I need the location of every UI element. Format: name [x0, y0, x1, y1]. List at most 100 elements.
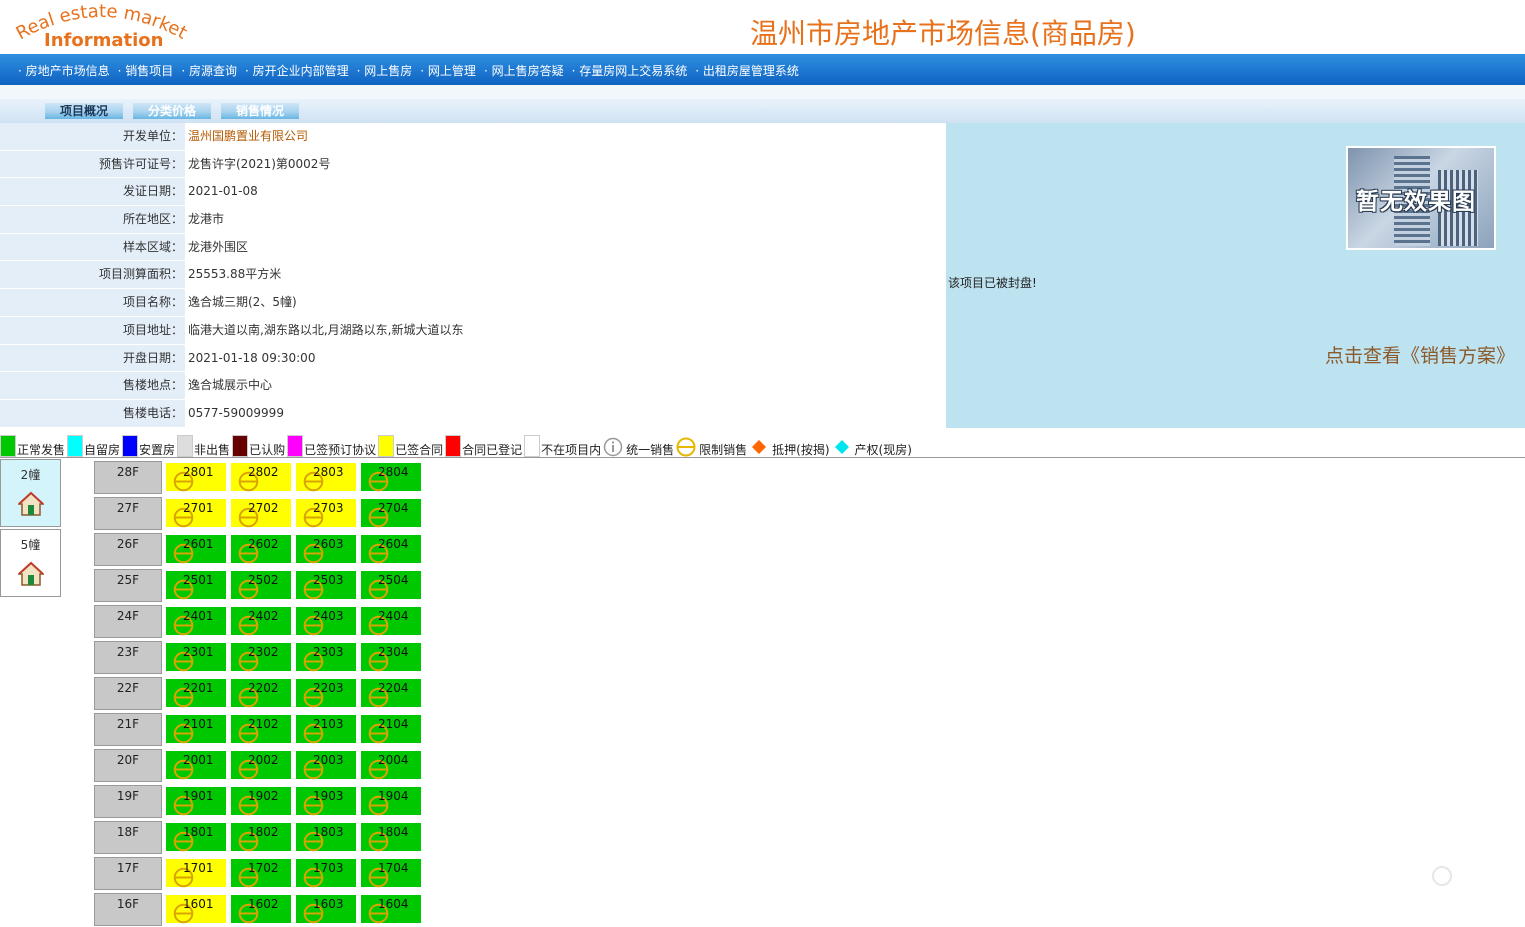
unit-cell[interactable]: 2304: [360, 642, 422, 672]
unit-cell[interactable]: 1704: [360, 858, 422, 888]
building-tab-1[interactable]: 2幢: [0, 459, 61, 527]
unit-cell[interactable]: 1803: [295, 822, 357, 852]
nav-item-6[interactable]: 网上管理: [420, 62, 476, 79]
nav-item-4[interactable]: 房开企业内部管理: [245, 62, 349, 79]
unit-cell[interactable]: 2601: [165, 534, 227, 564]
unit-number: 2004: [378, 753, 409, 767]
project-info-table: 开发单位： 温州国鹏置业有限公司 预售许可证号： 龙售许字(2021)第0002号 发证…: [0, 123, 946, 428]
unit-cell[interactable]: 1804: [360, 822, 422, 852]
unit-cell[interactable]: 2404: [360, 606, 422, 636]
info-value: 2021-01-18 09:30:00: [185, 344, 946, 372]
unit-cell[interactable]: 2003: [295, 750, 357, 780]
sales-plan-link[interactable]: 点击查看《销售方案》: [1325, 341, 1515, 368]
unit-number: 1601: [183, 897, 214, 911]
unit-cell[interactable]: 1904: [360, 786, 422, 816]
unit-cell[interactable]: 2502: [230, 570, 292, 600]
unit-cell[interactable]: 2102: [230, 714, 292, 744]
nav-item-3[interactable]: 房源查询: [181, 62, 237, 79]
diamond-icon: [752, 440, 767, 454]
legend-swatch: [122, 435, 139, 457]
unit-cell[interactable]: 1701: [165, 858, 227, 888]
unit-cell[interactable]: 2004: [360, 750, 422, 780]
tab-sales-status[interactable]: 销售情况: [221, 103, 299, 119]
unit-cell[interactable]: 1901: [165, 786, 227, 816]
unit-cell[interactable]: 1703: [295, 858, 357, 888]
legend-swatch: [287, 435, 304, 457]
building-label: 2幢: [20, 468, 41, 482]
unit-cell[interactable]: 2503: [295, 570, 357, 600]
unit-cell[interactable]: 2504: [360, 570, 422, 600]
unit-cell[interactable]: 2002: [230, 750, 292, 780]
unit-cell[interactable]: 2501: [165, 570, 227, 600]
unit-cell[interactable]: 1702: [230, 858, 292, 888]
unit-cell[interactable]: 2703: [295, 498, 357, 528]
legend-swatch: [177, 435, 194, 457]
info-label: 售楼电话：: [0, 399, 185, 427]
nav-item-1[interactable]: 房地产市场信息: [18, 62, 110, 79]
unit-cell[interactable]: 1801: [165, 822, 227, 852]
unit-cell[interactable]: 2203: [295, 678, 357, 708]
unit-cell[interactable]: 1601: [165, 894, 227, 924]
unit-cell[interactable]: 1802: [230, 822, 292, 852]
unit-cell[interactable]: 2802: [230, 462, 292, 492]
unit-number: 1704: [378, 861, 409, 875]
unit-cell[interactable]: 2402: [230, 606, 292, 636]
unit-cell[interactable]: 2101: [165, 714, 227, 744]
nav-item-2[interactable]: 销售项目: [118, 62, 173, 79]
floor-row: 21F 2101 2102 2103 2104: [94, 711, 424, 747]
legend-item: 统一销售: [603, 437, 674, 457]
unit-cell[interactable]: 2702: [230, 498, 292, 528]
unit-cell[interactable]: 2804: [360, 462, 422, 492]
building-label: 5幢: [20, 538, 41, 552]
developer-link[interactable]: 温州国鹏置业有限公司: [185, 123, 946, 150]
info-row: 所在地区： 龙港市: [0, 206, 946, 234]
sealed-notice: 该项目已被封盘!: [948, 276, 1037, 290]
unit-cell[interactable]: 2201: [165, 678, 227, 708]
unit-number: 2402: [248, 609, 279, 623]
nav-item-8[interactable]: 存量房网上交易系统: [572, 62, 687, 79]
nav-item-7[interactable]: 网上售房答疑: [484, 62, 564, 79]
unit-cell[interactable]: 2801: [165, 462, 227, 492]
tab-category-price[interactable]: 分类价格: [133, 103, 211, 119]
unit-cell[interactable]: 2103: [295, 714, 357, 744]
legend-item: 不在项目内: [524, 435, 601, 457]
tab-project-overview[interactable]: 项目概况: [45, 103, 123, 119]
info-label: 开盘日期：: [0, 344, 185, 372]
unit-number: 1902: [248, 789, 279, 803]
unit-number: 2403: [313, 609, 344, 623]
legend-label: 合同已登记: [462, 443, 523, 457]
site-logo[interactable]: Real estate market Information: [12, 1, 192, 52]
unit-cell[interactable]: 1604: [360, 894, 422, 924]
unit-cell[interactable]: 2104: [360, 714, 422, 744]
unit-cell[interactable]: 2204: [360, 678, 422, 708]
nav-item-5[interactable]: 网上售房: [357, 62, 412, 79]
legend-item: 安置房: [122, 435, 175, 457]
unit-cell[interactable]: 2401: [165, 606, 227, 636]
unit-cell[interactable]: 2001: [165, 750, 227, 780]
unit-cell[interactable]: 1603: [295, 894, 357, 924]
unit-cell[interactable]: 1903: [295, 786, 357, 816]
unit-cell[interactable]: 2303: [295, 642, 357, 672]
unit-cell[interactable]: 1902: [230, 786, 292, 816]
unit-cell[interactable]: 2701: [165, 498, 227, 528]
unit-number: 1803: [313, 825, 344, 839]
floor-row: 28F 2801 2802 2803 2804: [94, 459, 424, 495]
unit-cell[interactable]: 2803: [295, 462, 357, 492]
unit-cell[interactable]: 2403: [295, 606, 357, 636]
unit-number: 2102: [248, 717, 279, 731]
floor-row: 25F 2501 2502 2503 2504: [94, 567, 424, 603]
unit-cell[interactable]: 2603: [295, 534, 357, 564]
unit-cell[interactable]: 2604: [360, 534, 422, 564]
unit-cell[interactable]: 2602: [230, 534, 292, 564]
unit-number: 2803: [313, 465, 344, 479]
building-tab-2[interactable]: 5幢: [0, 529, 61, 597]
nav-item-9[interactable]: 出租房屋管理系统: [695, 62, 799, 79]
unit-cell[interactable]: 2301: [165, 642, 227, 672]
unit-cell[interactable]: 2202: [230, 678, 292, 708]
unit-number: 2501: [183, 573, 214, 587]
info-label: 样本区域：: [0, 233, 185, 261]
unit-cell[interactable]: 1602: [230, 894, 292, 924]
info-row: 项目地址： 临港大道以南,湖东路以北,月湖路以东,新城大道以东: [0, 316, 946, 345]
unit-cell[interactable]: 2302: [230, 642, 292, 672]
unit-cell[interactable]: 2704: [360, 498, 422, 528]
